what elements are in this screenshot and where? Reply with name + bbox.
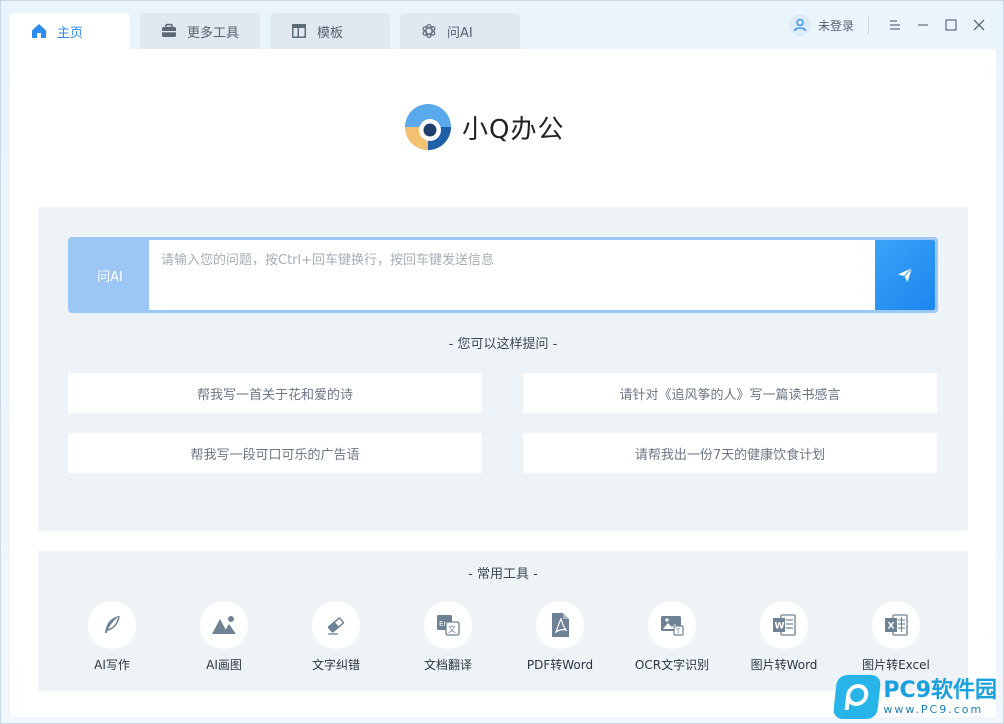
tool-image-to-word[interactable]: W 图片转Word: [728, 601, 840, 673]
suggestions-title: - 您可以这样提问 -: [448, 337, 558, 352]
user-avatar-icon: [788, 14, 811, 36]
tool-label: 文档翻译: [423, 658, 472, 672]
tool-label: 图片转Excel: [862, 658, 930, 672]
question-input[interactable]: [159, 252, 863, 269]
tool-ai-writing[interactable]: AI写作: [56, 601, 168, 673]
tool-ocr[interactable]: T OCR文字识别: [616, 601, 728, 673]
menu-icon: [890, 20, 900, 30]
app-logo-icon: [404, 103, 452, 151]
tab-home-label: 主页: [57, 25, 84, 41]
send-button[interactable]: [875, 240, 935, 310]
tab-more-tools[interactable]: 更多工具: [140, 13, 260, 49]
tool-label: 图片转Word: [750, 658, 818, 672]
svg-text:T: T: [675, 628, 681, 636]
minimize-button[interactable]: [909, 13, 937, 37]
tool-text-correction[interactable]: 文字纠错: [280, 601, 392, 673]
common-tools-title: - 常用工具 -: [468, 567, 538, 582]
minimize-icon: [918, 24, 928, 26]
tool-label: AI画图: [206, 658, 242, 672]
tab-bar: 主页 更多工具 模板 问AI: [10, 13, 520, 49]
ocr-icon: T: [648, 601, 696, 649]
suggestion-item[interactable]: 帮我写一段可口可乐的广告语: [68, 433, 482, 473]
watermark-url: www.PC9.com: [883, 702, 984, 716]
suggestion-item[interactable]: 请帮我出一份7天的健康饮食计划: [523, 433, 937, 473]
common-tools-panel: - 常用工具 - AI写作 AI画图 文字纠错 En 文 文档翻译 PDF转Wo…: [38, 551, 968, 691]
tool-label: PDF转Word: [526, 658, 594, 672]
tool-image-to-excel[interactable]: X 图片转Excel: [840, 601, 952, 673]
tab-templates[interactable]: 模板: [270, 13, 390, 49]
close-button[interactable]: [965, 13, 993, 37]
tool-label: OCR文字识别: [634, 658, 710, 672]
tool-ai-painting[interactable]: AI画图: [168, 601, 280, 673]
tool-pdf-to-word[interactable]: PDF转Word: [504, 601, 616, 673]
feather-icon: [88, 601, 136, 649]
tool-label: 文字纠错: [311, 658, 360, 672]
tab-home[interactable]: 主页: [10, 13, 130, 49]
home-page: 小Q办公 问AI - 您可以这样提问 - 帮我写一首关于花和爱的诗 请针对《追风…: [10, 49, 996, 717]
toolbox-icon: [160, 22, 178, 40]
svg-text:W: W: [775, 622, 785, 632]
excel-icon: X: [872, 601, 920, 649]
pc9-logo-icon: [833, 675, 882, 719]
pdf-icon: [536, 601, 584, 649]
word-icon: W: [760, 601, 808, 649]
app-window: 主页 更多工具 模板 问AI 未登录 小Q办公 问AI 请输入您的问题，按Ctr…: [0, 0, 1004, 724]
tab-templates-label: 模板: [317, 25, 344, 41]
suggestion-item[interactable]: 请针对《追风筝的人》写一篇读书感言: [523, 373, 937, 413]
watermark-title: PC9软件园: [883, 677, 997, 703]
painting-icon: [200, 601, 248, 649]
close-icon: [973, 19, 985, 31]
tool-label: AI写作: [94, 658, 130, 672]
tab-ask-ai[interactable]: 问AI: [400, 13, 520, 49]
home-icon: [30, 22, 48, 40]
tab-more-tools-label: 更多工具: [187, 25, 240, 41]
ai-icon: [420, 22, 438, 40]
login-status-label: 未登录: [817, 18, 854, 33]
maximize-button[interactable]: [937, 13, 965, 37]
title-separator: [868, 16, 869, 34]
suggestion-item[interactable]: 帮我写一首关于花和爱的诗: [68, 373, 482, 413]
send-icon: [898, 267, 913, 282]
tool-doc-translate[interactable]: En 文 文档翻译: [392, 601, 504, 673]
title-bar-controls: 未登录: [788, 13, 993, 37]
ask-label: 问AI: [71, 240, 149, 310]
svg-text:X: X: [888, 622, 895, 632]
ask-ai-panel: 问AI - 您可以这样提问 - 帮我写一首关于花和爱的诗 请针对《追风筝的人》写…: [38, 207, 968, 531]
ask-box: 问AI: [68, 237, 938, 313]
translate-icon: En 文: [424, 601, 472, 649]
maximize-icon: [945, 19, 957, 31]
svg-text:文: 文: [448, 624, 456, 634]
app-logo: 小Q办公: [404, 103, 564, 151]
login-button[interactable]: 未登录: [788, 14, 854, 36]
eraser-icon: [312, 601, 360, 649]
app-name: 小Q办公: [462, 114, 565, 145]
template-icon: [290, 22, 308, 40]
menu-button[interactable]: [881, 13, 909, 37]
tab-ask-ai-label: 问AI: [447, 25, 473, 41]
pc9-watermark: PC9软件园 www.PC9.com: [833, 675, 997, 719]
